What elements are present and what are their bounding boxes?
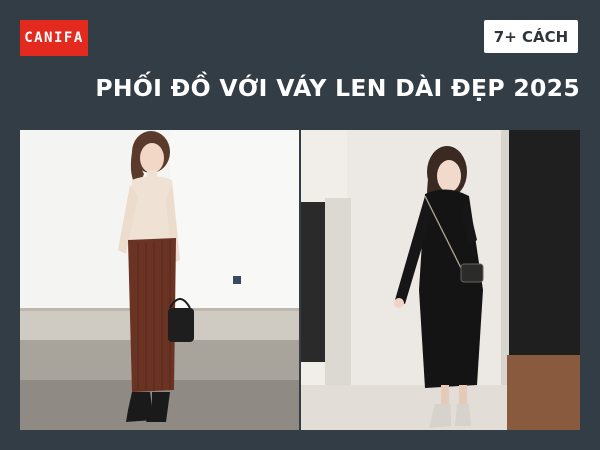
left-photo — [20, 130, 299, 430]
count-badge: 7+ CÁCH — [484, 20, 578, 53]
page-title: PHỐI ĐỒ VỚI VÁY LEN DÀI ĐẸP 2025 — [95, 74, 580, 102]
right-photo — [301, 130, 580, 430]
canifa-logo: CANIFA — [20, 20, 88, 56]
